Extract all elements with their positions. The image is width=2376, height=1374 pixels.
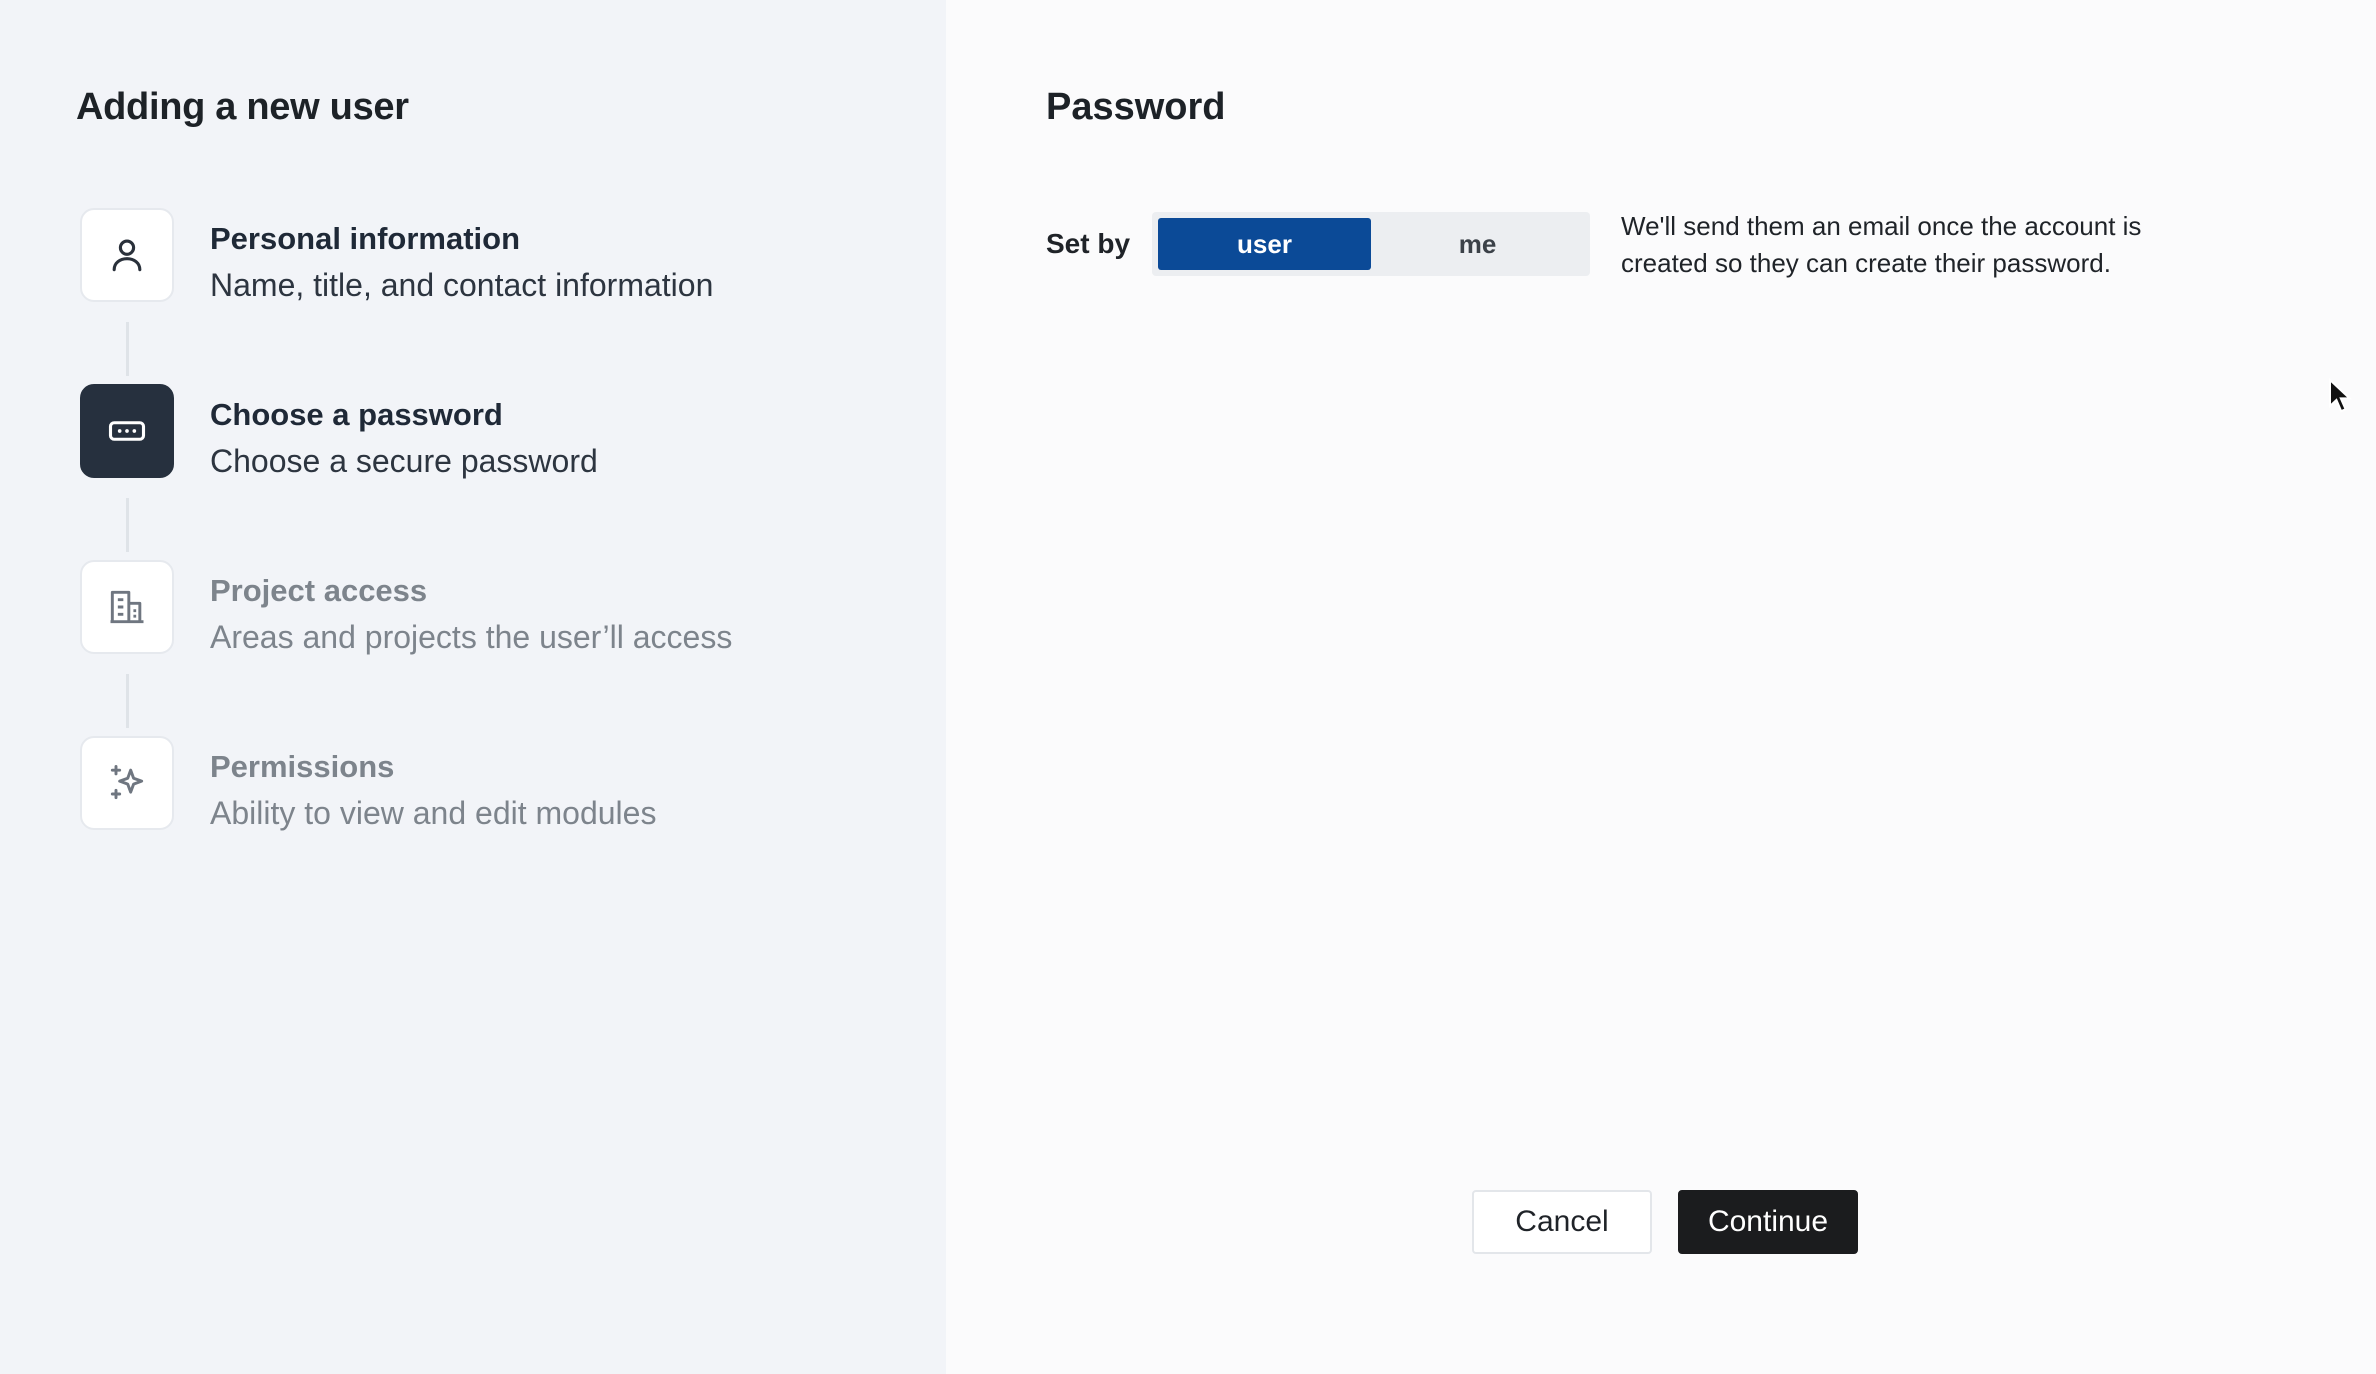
step-subtitle: Choose a secure password: [210, 443, 598, 480]
step-permissions[interactable]: Permissions Ability to view and edit mod…: [80, 736, 900, 832]
step-connector: [126, 322, 129, 376]
user-icon: [80, 208, 174, 302]
password-dots-icon: [80, 384, 174, 478]
set-by-label: Set by: [1046, 228, 1131, 259]
step-subtitle: Ability to view and edit modules: [210, 795, 657, 832]
add-user-wizard: Adding a new user Personal information N…: [0, 0, 2376, 1374]
step-connector: [126, 674, 129, 728]
step-title: Personal information: [210, 221, 521, 256]
wizard-sidebar: Adding a new user Personal information N…: [0, 0, 946, 1374]
building-icon: [80, 560, 174, 654]
step-title: Permissions: [210, 749, 395, 784]
step-choose-password[interactable]: Choose a password Choose a secure passwo…: [80, 384, 900, 480]
set-by-user-option[interactable]: user: [1158, 218, 1371, 270]
step-title: Choose a password: [210, 397, 503, 432]
sparkle-icon: [80, 736, 174, 830]
step-project-access[interactable]: Project access Areas and projects the us…: [80, 560, 900, 656]
step-subtitle: Name, title, and contact information: [210, 267, 714, 304]
step-personal-information[interactable]: Personal information Name, title, and co…: [80, 208, 900, 304]
section-title: Password: [1046, 86, 1226, 128]
mouse-pointer-icon: [2329, 378, 2353, 413]
set-by-helper-text: We'll send them an email once the accoun…: [1621, 211, 2142, 278]
step-connector: [126, 498, 129, 552]
step-title: Project access: [210, 573, 428, 608]
wizard-title: Adding a new user: [76, 86, 409, 128]
set-by-toggle: user me: [1152, 212, 1590, 276]
continue-button[interactable]: Continue: [1678, 1190, 1858, 1254]
cancel-button[interactable]: Cancel: [1472, 1190, 1652, 1254]
password-panel: Password Set by user me We'll send them …: [946, 0, 2376, 1374]
set-by-me-option[interactable]: me: [1371, 218, 1584, 270]
step-subtitle: Areas and projects the user’ll access: [210, 619, 733, 656]
